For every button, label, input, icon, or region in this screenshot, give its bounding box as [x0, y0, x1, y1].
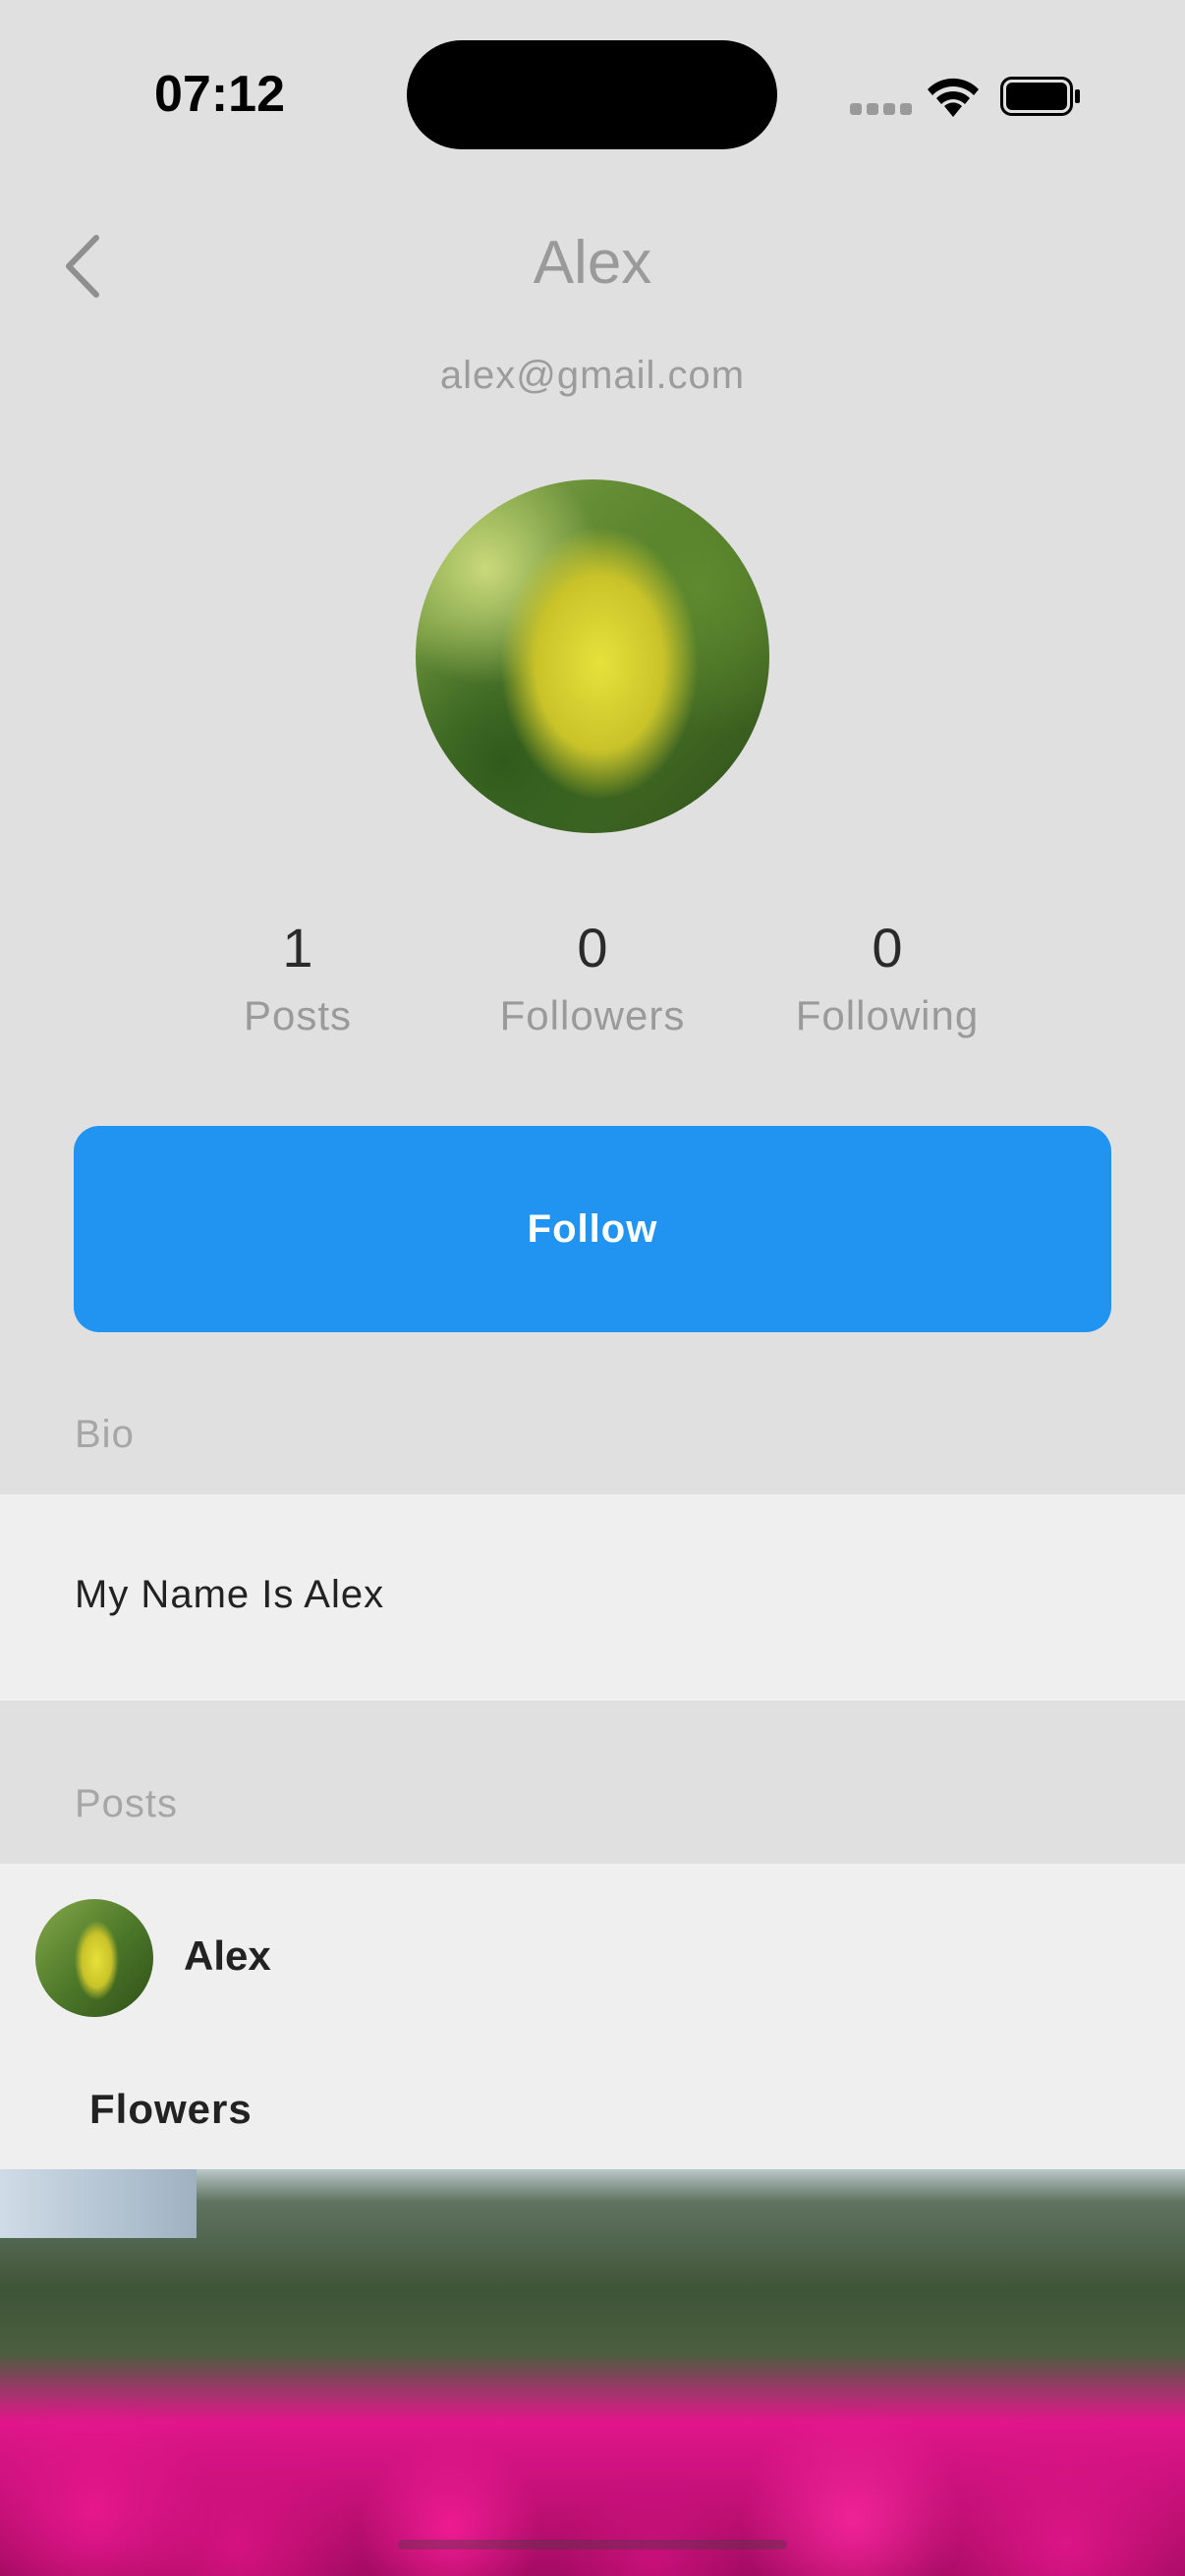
battery-icon — [1000, 77, 1080, 116]
profile-email: alex@gmail.com — [439, 354, 746, 397]
stat-followers-label: Followers — [499, 992, 686, 1038]
bio-text: My Name Is Alex — [75, 1573, 385, 1616]
stat-following: 0 Following — [760, 914, 1015, 1039]
profile-avatar — [416, 479, 769, 833]
status-bar: 07:12 — [0, 0, 1185, 196]
post-image-sky — [0, 2169, 197, 2238]
page-title: Alex — [533, 229, 652, 297]
stat-followers: 0 Followers — [465, 914, 720, 1039]
stat-posts-label: Posts — [243, 992, 353, 1038]
status-time: 07:12 — [154, 66, 285, 123]
bio-card: My Name Is Alex — [0, 1494, 1185, 1701]
stat-posts-count: 1 — [282, 917, 313, 979]
bio-section-label: Bio — [75, 1413, 135, 1456]
stat-following-label: Following — [795, 992, 980, 1038]
post-title: Flowers — [89, 2086, 253, 2132]
follow-button[interactable]: Follow — [74, 1126, 1111, 1332]
post-card[interactable]: Alex Flowers — [0, 1864, 1185, 2576]
post-author-name[interactable]: Alex — [184, 1932, 271, 1980]
stat-following-count: 0 — [872, 917, 903, 979]
wifi-icon — [928, 78, 979, 117]
stat-posts: 1 Posts — [170, 914, 425, 1039]
cellular-signal-icon — [850, 102, 917, 120]
post-image[interactable] — [0, 2169, 1185, 2576]
home-indicator[interactable] — [398, 2540, 787, 2549]
posts-section-label: Posts — [75, 1782, 179, 1825]
dynamic-island — [407, 40, 777, 149]
post-author-avatar[interactable] — [35, 1899, 153, 2017]
stat-followers-count: 0 — [577, 917, 608, 979]
